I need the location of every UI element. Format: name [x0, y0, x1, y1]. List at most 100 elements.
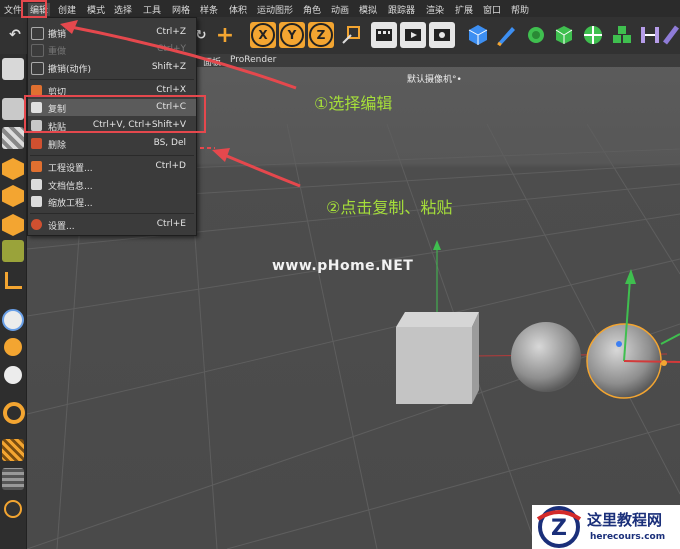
menu-tracker[interactable]: 跟踪器 [388, 3, 415, 16]
menu-item-shortcut: Ctrl+E [156, 219, 186, 229]
add-icon[interactable]: + [212, 22, 238, 48]
z-axis-button[interactable]: Z [308, 22, 334, 48]
texture-mode-icon[interactable] [2, 127, 24, 149]
menu-item-shortcut: Ctrl+Z [156, 27, 186, 37]
x-axis-button[interactable]: X [250, 22, 276, 48]
bend-icon[interactable] [663, 22, 680, 48]
watermark-text: www.pHome.NET [272, 258, 414, 274]
workplane-icon[interactable] [2, 439, 24, 461]
menu-simulate[interactable]: 模拟 [359, 3, 377, 16]
menu-item-undo[interactable]: 撤销 Ctrl+Z [28, 24, 196, 41]
spline-cube-icon[interactable] [551, 22, 577, 48]
uv-mode-icon[interactable] [2, 240, 24, 262]
menu-file[interactable]: 文件 [4, 3, 22, 16]
menu-item-label: 删除 [48, 141, 67, 151]
logo-url: herecours.com [590, 532, 666, 542]
menu-separator [30, 213, 194, 214]
render-view-icon[interactable] [371, 22, 397, 48]
menu-item-shortcut: Ctrl+D [155, 161, 187, 171]
copy-paste-highlight [24, 95, 206, 133]
redo-icon [31, 44, 44, 57]
step1-annotation: ①选择编辑 [314, 94, 393, 113]
cube-object[interactable] [396, 312, 479, 404]
deformer-icon[interactable] [637, 22, 663, 48]
grid-icon[interactable] [2, 468, 24, 490]
sphere-handle[interactable] [661, 360, 667, 366]
menu-item-delete[interactable]: 删除 BS, Del [28, 135, 196, 152]
menu-item-scale-project[interactable]: 缩放工程... [28, 193, 196, 210]
menu-volume[interactable]: 体积 [229, 3, 247, 16]
menu-item-label: 设置... [48, 222, 75, 232]
menu-bar: 文件 编辑 创建 模式 选择 工具 网格 样条 体积 运动图形 角色 动画 模拟… [0, 0, 680, 17]
undo-action-icon [31, 62, 44, 75]
undo-icon[interactable]: ↶ [2, 22, 28, 48]
cloner-icon[interactable] [580, 22, 606, 48]
project-settings-icon [31, 161, 42, 172]
step2-annotation: ②点击复制、粘贴 [326, 198, 453, 217]
logo-letter: Z [551, 516, 567, 541]
menu-help[interactable]: 帮助 [511, 3, 529, 16]
z-axis-label: Z [309, 23, 333, 47]
menu-item-project-settings[interactable]: 工程设置... Ctrl+D [28, 158, 196, 175]
menu-extensions[interactable]: 扩展 [455, 3, 473, 16]
menu-item-label: 工程设置... [48, 164, 93, 174]
workplane-snap-icon[interactable] [4, 366, 22, 384]
menu-tools[interactable]: 工具 [143, 3, 161, 16]
object-mode-icon[interactable] [2, 98, 24, 120]
menu-mograph[interactable]: 运动图形 [257, 3, 293, 16]
lock-icon[interactable] [4, 500, 22, 518]
menu-item-label: 撤销 [48, 30, 67, 40]
sphere-object[interactable] [511, 322, 581, 392]
y-axis-button[interactable]: Y [279, 22, 305, 48]
generator-icon[interactable] [523, 22, 549, 48]
axis-mode-icon[interactable] [5, 272, 22, 289]
menu-separator [30, 155, 194, 156]
sphere-z-handle[interactable] [616, 341, 622, 347]
menu-mode[interactable]: 模式 [87, 3, 105, 16]
menu-create[interactable]: 创建 [58, 3, 76, 16]
render-icon[interactable] [400, 22, 426, 48]
logo-emblem-icon: Z [536, 506, 582, 548]
trash-icon [31, 138, 42, 149]
menu-render[interactable]: 渲染 [426, 3, 444, 16]
pen-icon[interactable] [493, 22, 519, 48]
snap-icon[interactable] [2, 309, 24, 331]
menu-select[interactable]: 选择 [114, 3, 132, 16]
left-sidebar [0, 54, 27, 549]
x-axis-label: X [251, 23, 275, 47]
menu-item-shortcut: Ctrl+X [156, 85, 186, 95]
menu-item-label: 缩放工程... [48, 199, 93, 209]
scale-project-icon [31, 196, 42, 207]
menu-item-shortcut: BS, Del [153, 138, 186, 148]
menu-item-undo-action[interactable]: 撤销(动作) Shift+Z [28, 59, 196, 76]
menu-item-label: 撤销(动作) [48, 65, 92, 75]
cubes-icon[interactable] [609, 22, 635, 48]
menu-item-preferences[interactable]: 设置... Ctrl+E [28, 216, 196, 233]
sphere-rotate-handle [660, 333, 680, 345]
points-mode-icon[interactable] [2, 158, 24, 180]
menu-item-document-info[interactable]: 文档信息... [28, 176, 196, 193]
menu-item-redo[interactable]: 重做 Ctrl+Y [28, 41, 196, 58]
menu-item-label: 重做 [48, 47, 67, 57]
cube-object-icon[interactable] [465, 22, 491, 48]
menu-animate[interactable]: 动画 [331, 3, 349, 16]
menu-character[interactable]: 角色 [303, 3, 321, 16]
coordinate-system-icon[interactable] [338, 22, 364, 48]
menu-item-shortcut: Ctrl+Y [156, 44, 186, 54]
magnet-icon[interactable] [3, 402, 25, 424]
menu-item-label: 文档信息... [48, 182, 93, 192]
menu-item-shortcut: Shift+Z [151, 62, 186, 72]
undo-icon [31, 27, 44, 40]
menu-window[interactable]: 窗口 [483, 3, 501, 16]
menu-spline[interactable]: 样条 [200, 3, 218, 16]
gear-icon [31, 219, 42, 230]
menu-mesh[interactable]: 网格 [172, 3, 190, 16]
snap-settings-icon[interactable] [4, 338, 22, 356]
edges-mode-icon[interactable] [2, 185, 24, 207]
menu-separator [30, 79, 194, 80]
model-mode-icon[interactable] [2, 58, 24, 80]
render-settings-icon[interactable] [429, 22, 455, 48]
cube-y-arrow [433, 240, 441, 250]
edit-menu-highlight [21, 0, 47, 18]
polygons-mode-icon[interactable] [2, 214, 24, 236]
